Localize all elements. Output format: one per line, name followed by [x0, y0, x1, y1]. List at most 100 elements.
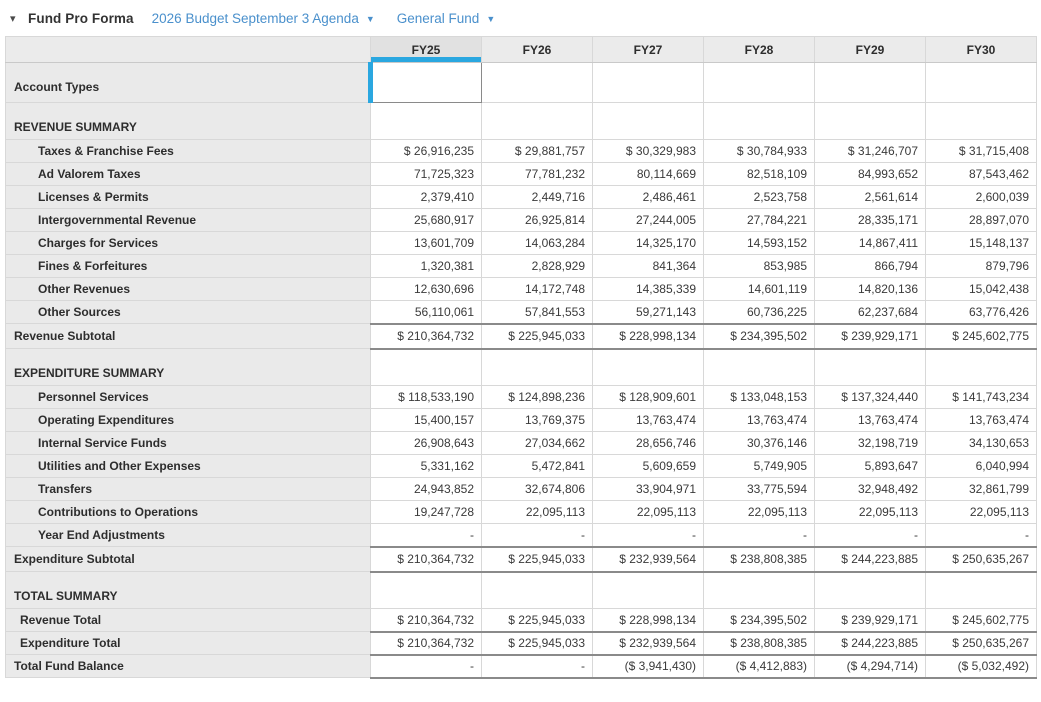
- grid-cell[interactable]: 62,237,684: [815, 301, 926, 324]
- grid-cell[interactable]: [371, 103, 482, 140]
- grid-cell[interactable]: 26,925,814: [482, 209, 593, 232]
- column-header-fy27[interactable]: FY27: [593, 37, 704, 63]
- grid-cell[interactable]: $ 239,929,171: [815, 609, 926, 632]
- grid-cell[interactable]: 15,148,137: [926, 232, 1037, 255]
- grid-cell[interactable]: 2,379,410: [371, 186, 482, 209]
- grid-cell[interactable]: 14,172,748: [482, 278, 593, 301]
- grid-cell[interactable]: $ 137,324,440: [815, 386, 926, 409]
- grid-cell[interactable]: 866,794: [815, 255, 926, 278]
- grid-cell[interactable]: 19,247,728: [371, 501, 482, 524]
- grid-cell[interactable]: $ 244,223,885: [815, 547, 926, 572]
- grid-cell[interactable]: $ 210,364,732: [371, 324, 482, 349]
- grid-cell[interactable]: $ 228,998,134: [593, 609, 704, 632]
- grid-cell[interactable]: 6,040,994: [926, 455, 1037, 478]
- grid-cell[interactable]: [482, 103, 593, 140]
- grid-cell[interactable]: $ 141,743,234: [926, 386, 1037, 409]
- grid-cell[interactable]: -: [371, 655, 482, 678]
- selected-cell[interactable]: [371, 63, 482, 103]
- grid-cell[interactable]: 5,609,659: [593, 455, 704, 478]
- grid-cell[interactable]: 22,095,113: [482, 501, 593, 524]
- column-header-fy28[interactable]: FY28: [704, 37, 815, 63]
- grid-cell[interactable]: -: [593, 524, 704, 547]
- grid-cell[interactable]: $ 232,939,564: [593, 547, 704, 572]
- grid-cell[interactable]: $ 225,945,033: [482, 324, 593, 349]
- grid-cell[interactable]: 14,063,284: [482, 232, 593, 255]
- grid-cell[interactable]: 82,518,109: [704, 163, 815, 186]
- budget-dataset-dropdown[interactable]: 2026 Budget September 3 Agenda ▼: [152, 11, 375, 26]
- grid-cell[interactable]: 56,110,061: [371, 301, 482, 324]
- grid-cell[interactable]: 32,948,492: [815, 478, 926, 501]
- grid-cell[interactable]: 60,736,225: [704, 301, 815, 324]
- column-header-fy30[interactable]: FY30: [926, 37, 1037, 63]
- grid-cell[interactable]: 13,601,709: [371, 232, 482, 255]
- grid-cell[interactable]: $ 234,395,502: [704, 324, 815, 349]
- grid-cell[interactable]: 12,630,696: [371, 278, 482, 301]
- grid-cell[interactable]: $ 244,223,885: [815, 632, 926, 655]
- grid-cell[interactable]: 14,867,411: [815, 232, 926, 255]
- grid-cell[interactable]: 28,335,171: [815, 209, 926, 232]
- grid-cell[interactable]: 22,095,113: [704, 501, 815, 524]
- grid-cell[interactable]: $ 225,945,033: [482, 609, 593, 632]
- grid-cell[interactable]: 14,593,152: [704, 232, 815, 255]
- grid-cell[interactable]: $ 250,635,267: [926, 547, 1037, 572]
- grid-cell[interactable]: [593, 63, 704, 103]
- grid-cell[interactable]: $ 245,602,775: [926, 609, 1037, 632]
- grid-cell[interactable]: 22,095,113: [926, 501, 1037, 524]
- grid-cell[interactable]: [482, 572, 593, 609]
- grid-cell[interactable]: $ 228,998,134: [593, 324, 704, 349]
- grid-cell[interactable]: $ 31,246,707: [815, 140, 926, 163]
- grid-cell[interactable]: 13,763,474: [926, 409, 1037, 432]
- grid-cell[interactable]: 2,561,614: [815, 186, 926, 209]
- grid-cell[interactable]: 13,763,474: [593, 409, 704, 432]
- grid-cell[interactable]: 15,042,438: [926, 278, 1037, 301]
- grid-cell[interactable]: 5,472,841: [482, 455, 593, 478]
- grid-cell[interactable]: [926, 572, 1037, 609]
- grid-cell[interactable]: $ 133,048,153: [704, 386, 815, 409]
- grid-cell[interactable]: 77,781,232: [482, 163, 593, 186]
- grid-cell[interactable]: $ 128,909,601: [593, 386, 704, 409]
- grid-cell[interactable]: 13,763,474: [704, 409, 815, 432]
- grid-cell[interactable]: 63,776,426: [926, 301, 1037, 324]
- grid-cell[interactable]: 27,034,662: [482, 432, 593, 455]
- grid-cell[interactable]: [704, 572, 815, 609]
- grid-cell[interactable]: [704, 63, 815, 103]
- grid-cell[interactable]: $ 225,945,033: [482, 547, 593, 572]
- grid-cell[interactable]: $ 239,929,171: [815, 324, 926, 349]
- grid-cell[interactable]: 14,820,136: [815, 278, 926, 301]
- grid-cell[interactable]: [926, 349, 1037, 386]
- grid-cell[interactable]: 57,841,553: [482, 301, 593, 324]
- grid-cell[interactable]: 2,523,758: [704, 186, 815, 209]
- grid-cell[interactable]: $ 238,808,385: [704, 632, 815, 655]
- grid-cell[interactable]: 84,993,652: [815, 163, 926, 186]
- column-header-fy25[interactable]: FY25: [371, 37, 482, 63]
- grid-cell[interactable]: -: [371, 524, 482, 547]
- grid-cell[interactable]: 33,904,971: [593, 478, 704, 501]
- grid-cell[interactable]: [371, 572, 482, 609]
- grid-cell[interactable]: [482, 349, 593, 386]
- grid-cell[interactable]: 841,364: [593, 255, 704, 278]
- grid-cell[interactable]: [371, 349, 482, 386]
- grid-cell[interactable]: 27,784,221: [704, 209, 815, 232]
- grid-cell[interactable]: 30,376,146: [704, 432, 815, 455]
- grid-cell[interactable]: 27,244,005: [593, 209, 704, 232]
- grid-cell[interactable]: $ 30,784,933: [704, 140, 815, 163]
- grid-cell[interactable]: -: [704, 524, 815, 547]
- grid-cell[interactable]: -: [926, 524, 1037, 547]
- grid-cell[interactable]: 13,769,375: [482, 409, 593, 432]
- grid-cell[interactable]: $ 29,881,757: [482, 140, 593, 163]
- grid-cell[interactable]: 2,449,716: [482, 186, 593, 209]
- grid-cell[interactable]: $ 31,715,408: [926, 140, 1037, 163]
- column-header-fy29[interactable]: FY29: [815, 37, 926, 63]
- grid-cell[interactable]: 22,095,113: [593, 501, 704, 524]
- grid-cell[interactable]: [926, 63, 1037, 103]
- grid-cell[interactable]: 25,680,917: [371, 209, 482, 232]
- grid-cell[interactable]: 2,600,039: [926, 186, 1037, 209]
- grid-cell[interactable]: 5,893,647: [815, 455, 926, 478]
- grid-cell[interactable]: $ 238,808,385: [704, 547, 815, 572]
- grid-cell[interactable]: $ 225,945,033: [482, 632, 593, 655]
- grid-cell[interactable]: 5,331,162: [371, 455, 482, 478]
- grid-cell[interactable]: $ 210,364,732: [371, 609, 482, 632]
- grid-cell[interactable]: 14,385,339: [593, 278, 704, 301]
- grid-cell[interactable]: 5,749,905: [704, 455, 815, 478]
- grid-cell[interactable]: $ 245,602,775: [926, 324, 1037, 349]
